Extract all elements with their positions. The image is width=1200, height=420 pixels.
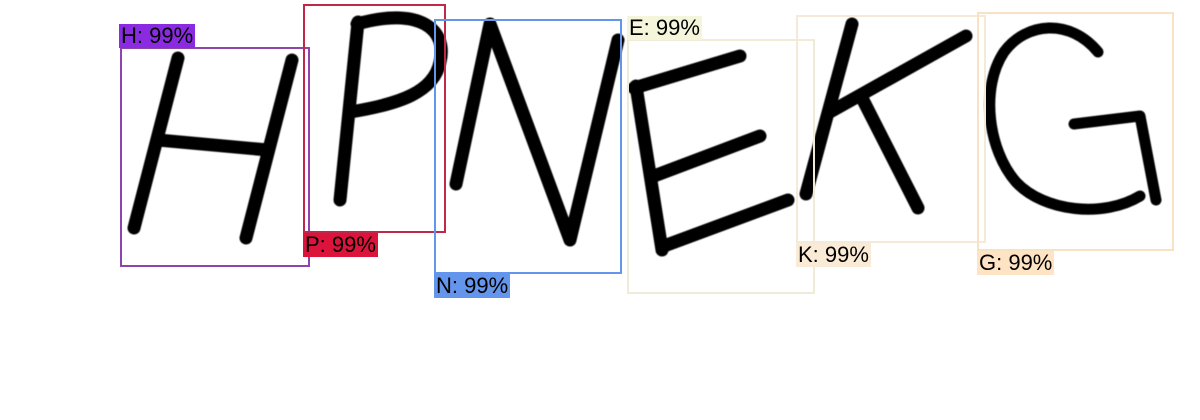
detection-box-k: [796, 15, 986, 243]
detection-box-e: [627, 39, 815, 294]
captcha-detection-canvas: H: 99% P: 99% N: 99% E: 99% K: 99% G: 99…: [0, 0, 1200, 420]
detection-box-p: [303, 4, 446, 233]
detection-label-h: H: 99%: [119, 23, 196, 48]
detection-label-p: P: 99%: [303, 232, 378, 257]
detection-label-n: N: 99%: [434, 273, 511, 298]
detection-label-e: E: 99%: [627, 15, 702, 40]
detection-label-g: G: 99%: [977, 250, 1055, 275]
detection-box-n: [434, 19, 622, 274]
detection-box-g: [977, 12, 1174, 251]
detection-label-k: K: 99%: [796, 242, 871, 267]
detection-box-h: [120, 47, 310, 267]
